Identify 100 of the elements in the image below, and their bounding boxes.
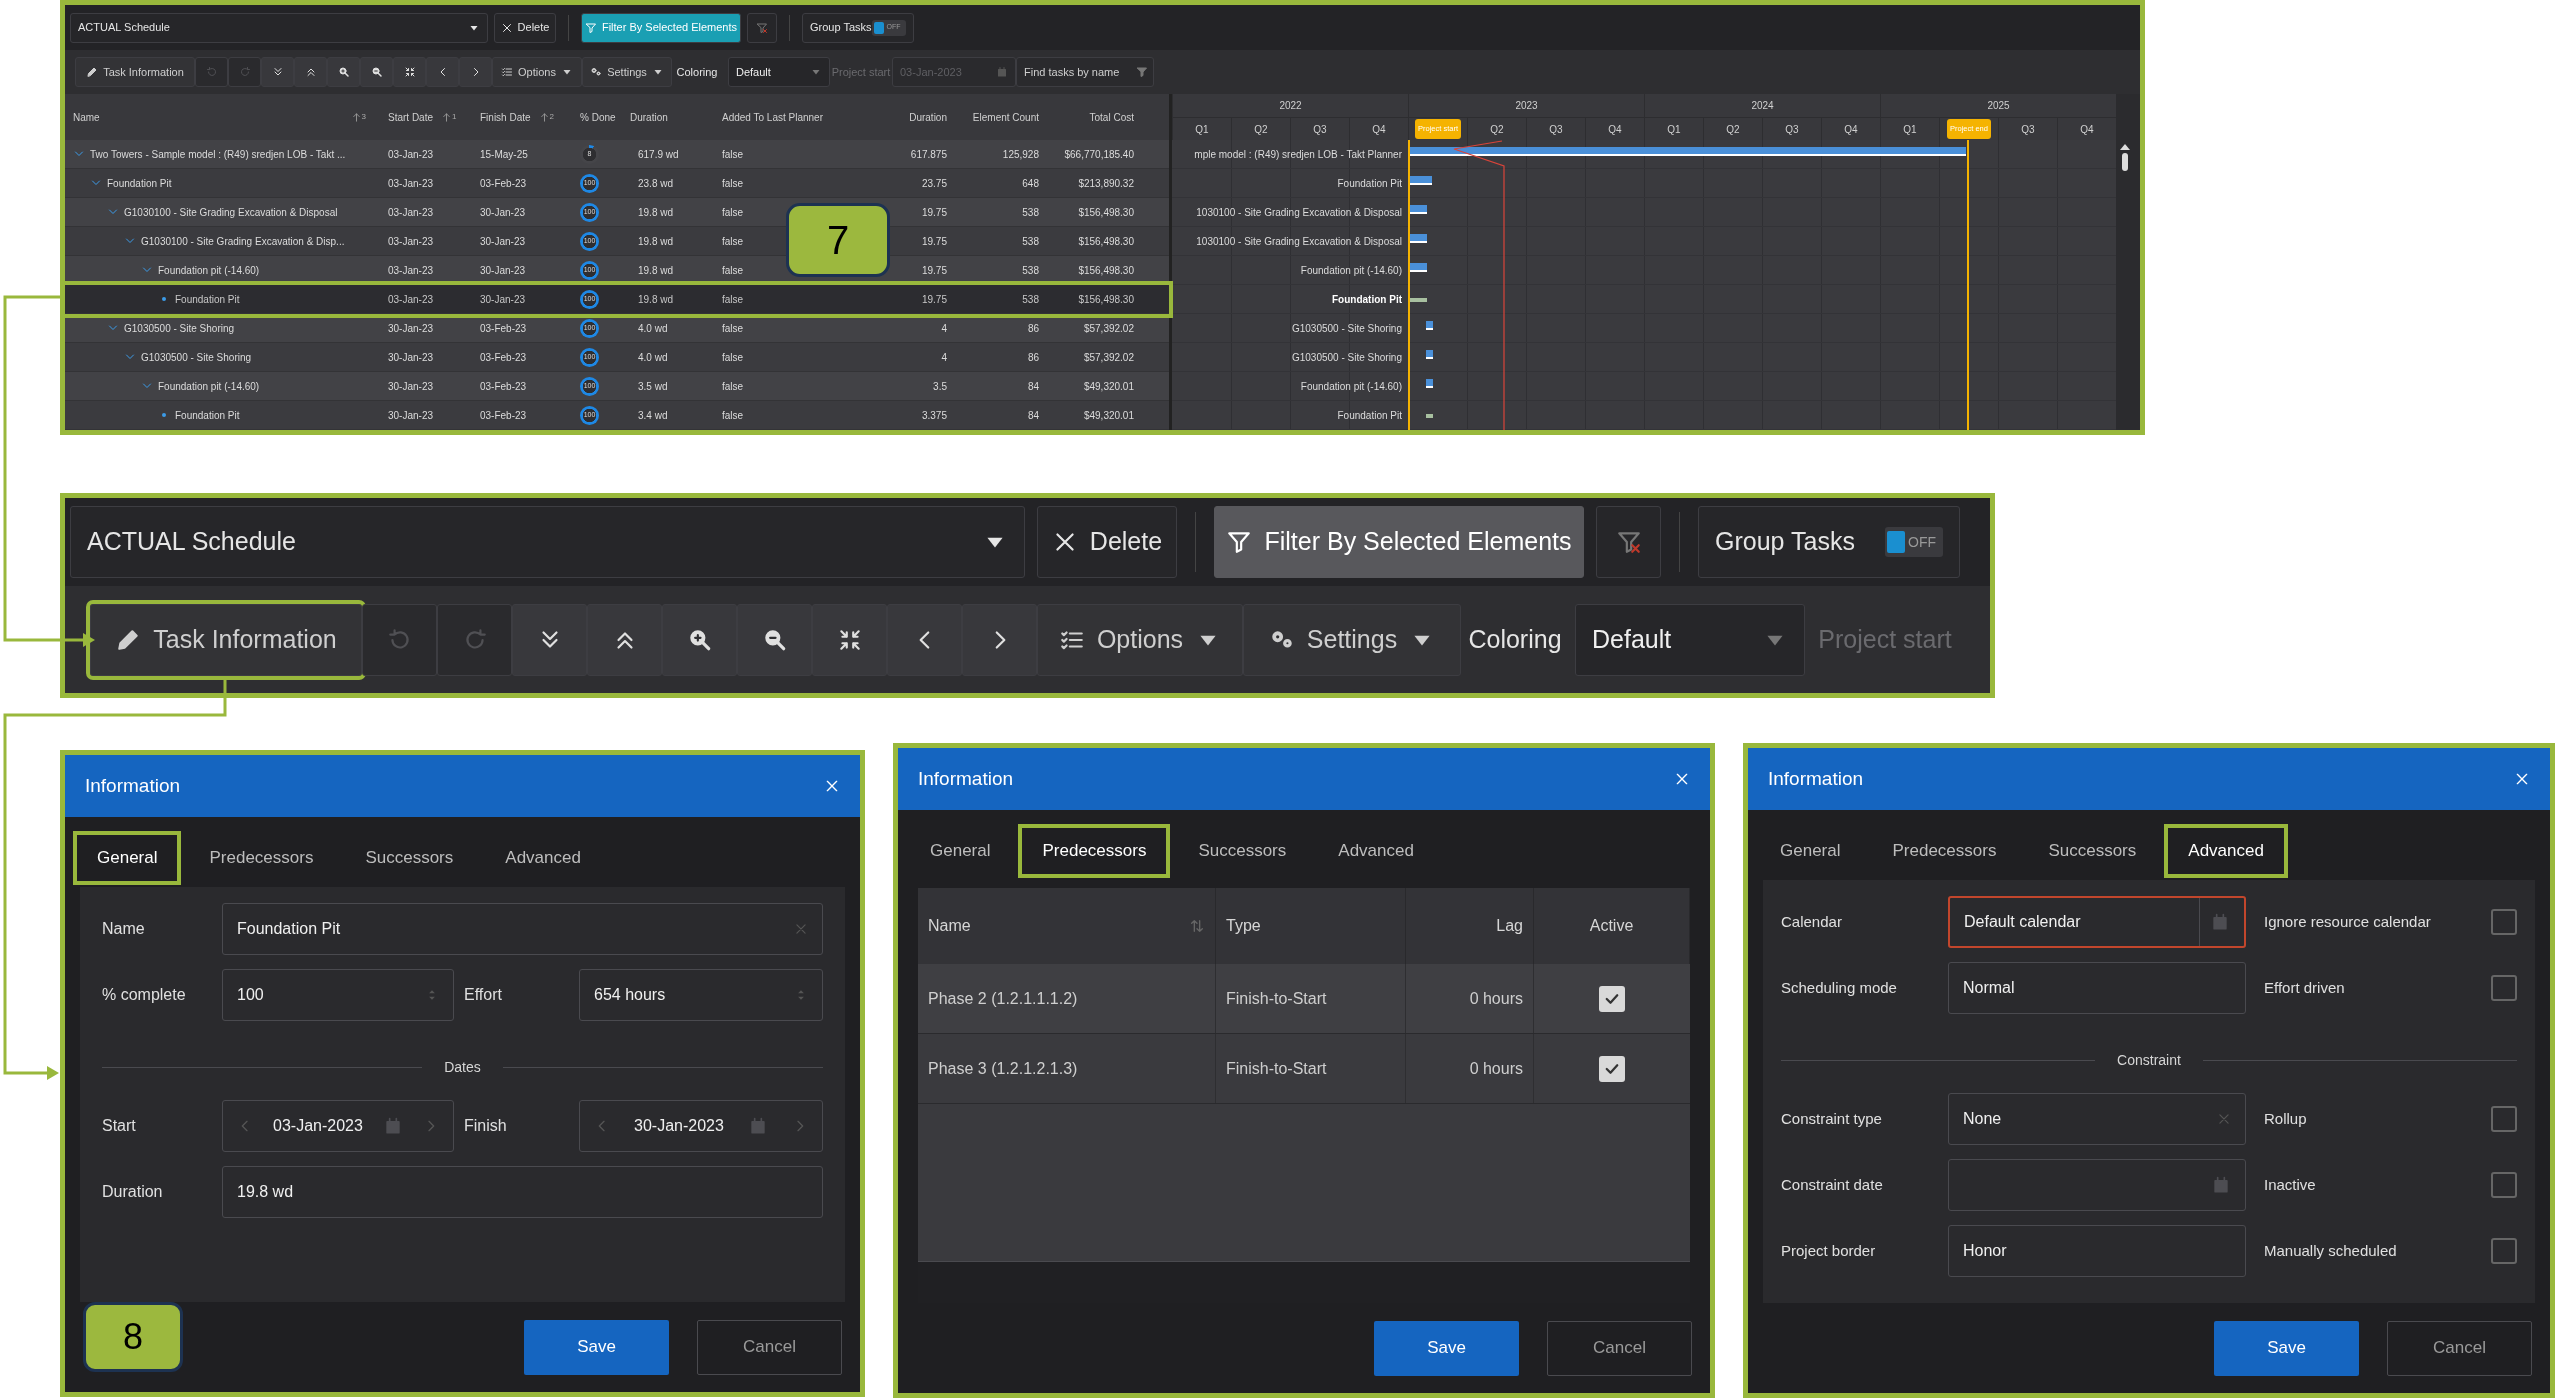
arrows-inward-button[interactable] (393, 57, 426, 87)
checkbox[interactable] (2491, 909, 2517, 935)
tab[interactable]: Predecessors (185, 831, 338, 885)
close-button[interactable] (2514, 771, 2530, 787)
field-label: Duration (102, 1182, 164, 1202)
tab[interactable]: Predecessors (1018, 824, 1171, 878)
field-value: 03-Jan-2023 (273, 1116, 363, 1136)
close-button[interactable] (824, 778, 840, 794)
tab[interactable]: General (906, 824, 1015, 878)
table-cell-text: 30-Jan-23 (480, 234, 526, 249)
table-cell-text: false (722, 292, 744, 307)
tab[interactable]: Advanced (481, 831, 605, 885)
delete-button[interactable]: Delete (494, 12, 556, 43)
input-field[interactable]: 03-Jan-2023 (222, 1100, 454, 1152)
table-cell-text: 03-Feb-23 (480, 176, 527, 191)
cancel-button[interactable]: Cancel (2387, 1320, 2532, 1376)
input-field[interactable]: 19.8 wd (222, 1166, 823, 1218)
input-field[interactable]: 30-Jan-2023 (579, 1100, 823, 1152)
table-cell-text: 538 (1022, 234, 1039, 249)
task-information-button[interactable]: Task Information (75, 57, 195, 87)
column-header[interactable]: Duration (630, 109, 668, 125)
zoom-in-button[interactable] (662, 603, 737, 676)
table-cell-text: 4 (941, 350, 947, 365)
coloring-dropdown[interactable]: Default (728, 57, 830, 87)
zoom-out-button[interactable] (360, 57, 393, 87)
checkbox[interactable] (1599, 1055, 1625, 1082)
tab[interactable]: Successors (2024, 824, 2161, 878)
column-header[interactable]: Added To Last Planner (722, 109, 823, 125)
cancel-button[interactable]: Cancel (697, 1319, 842, 1375)
tab[interactable]: Successors (341, 831, 478, 885)
table-cell-text: 617.9 wd (637, 147, 679, 162)
clear-filter-button[interactable] (1596, 506, 1661, 578)
tab[interactable]: Advanced (2164, 824, 2288, 878)
column-header[interactable]: Element Count (972, 109, 1039, 125)
task-name: G1030100 - Site Grading Excavation & Disp... (141, 234, 345, 249)
tab[interactable]: Advanced (1314, 824, 1438, 878)
field-label: Finish (463, 1116, 508, 1136)
delete-button[interactable]: Delete (1037, 506, 1177, 578)
filter-icon (1226, 529, 1253, 555)
quarter-label: Q3 (1549, 122, 1563, 137)
settings-menu-button[interactable]: Settings (582, 57, 672, 87)
table-cell: 0 hours (1406, 1034, 1534, 1103)
input-field[interactable]: 100 (222, 969, 454, 1021)
cancel-button[interactable]: Cancel (1547, 1320, 1692, 1376)
zoom-in-button[interactable] (327, 57, 360, 87)
input-field[interactable]: Normal (1948, 962, 2246, 1014)
table-cell: Finish-to-Start (1216, 964, 1406, 1033)
checkbox[interactable] (2491, 975, 2517, 1001)
task-name: Foundation Pit (107, 176, 172, 191)
double-chevron-down-button[interactable] (261, 57, 294, 87)
filter-button[interactable]: Filter By Selected Elements (1214, 506, 1584, 578)
zoom-out-button[interactable] (737, 603, 812, 676)
input-field[interactable]: 654 hours (579, 969, 823, 1021)
checkbox[interactable] (1599, 985, 1625, 1012)
settings-menu-button[interactable]: Settings (1243, 603, 1461, 676)
double-chevron-down-button[interactable] (512, 603, 587, 676)
options-menu-button[interactable]: Options (1037, 603, 1243, 676)
gantt-bar (1409, 298, 1427, 302)
close-button[interactable] (1674, 771, 1690, 787)
input-field[interactable]: None (1948, 1093, 2246, 1145)
save-button[interactable]: Save (1374, 1320, 1519, 1376)
coloring-dropdown[interactable]: Default (1575, 603, 1805, 676)
input-field[interactable]: Default calendar (1948, 896, 2246, 948)
checkbox[interactable] (2491, 1172, 2517, 1198)
search-field[interactable]: Find tasks by name (1016, 57, 1154, 87)
option-label: Effort driven (2263, 977, 2346, 998)
column-header[interactable]: Name (73, 109, 100, 125)
clear-filter-button[interactable] (747, 12, 777, 43)
tab[interactable]: Successors (1174, 824, 1311, 878)
undo-icon (205, 66, 218, 78)
pencil-icon (86, 66, 99, 78)
tab[interactable]: General (1756, 824, 1865, 878)
column-header[interactable]: Total Cost (1089, 109, 1134, 125)
table-cell-text: 23.75 (921, 176, 947, 191)
input-field[interactable]: Honor (1948, 1225, 2246, 1277)
column-header[interactable]: Duration (909, 109, 947, 125)
column-header[interactable]: Finish Date (480, 109, 531, 125)
column-header[interactable]: % Done (580, 109, 616, 125)
table-cell-text: $57,392.02 (1083, 350, 1134, 365)
close-icon (824, 778, 840, 794)
checkbox[interactable] (2491, 1106, 2517, 1132)
task-name: Foundation pit (-14.60) (158, 263, 260, 278)
arrows-inward-button[interactable] (812, 603, 887, 676)
table-cell-text: 19.8 wd (637, 292, 674, 307)
tab[interactable]: General (73, 831, 182, 885)
options-menu-button[interactable]: Options (492, 57, 582, 87)
toggle-switch[interactable]: OFF (1885, 527, 1943, 557)
toolbar-label: Project start (1817, 623, 1953, 655)
gantt-bar (1409, 263, 1427, 272)
input-field[interactable]: Foundation Pit (222, 903, 823, 955)
schedule-dropdown[interactable]: ACTUAL Schedule (70, 506, 1025, 578)
input-field[interactable] (1948, 1159, 2246, 1211)
tab[interactable]: Predecessors (1868, 824, 2021, 878)
schedule-dropdown[interactable]: ACTUAL Schedule (70, 12, 488, 43)
checkbox[interactable] (2491, 1238, 2517, 1264)
dialog-title: Information (918, 766, 1014, 791)
save-button[interactable]: Save (524, 1319, 669, 1375)
save-button[interactable]: Save (2214, 1320, 2359, 1376)
table-cell-text: $156,498.30 (1078, 292, 1134, 307)
column-header[interactable]: Start Date (388, 109, 434, 125)
